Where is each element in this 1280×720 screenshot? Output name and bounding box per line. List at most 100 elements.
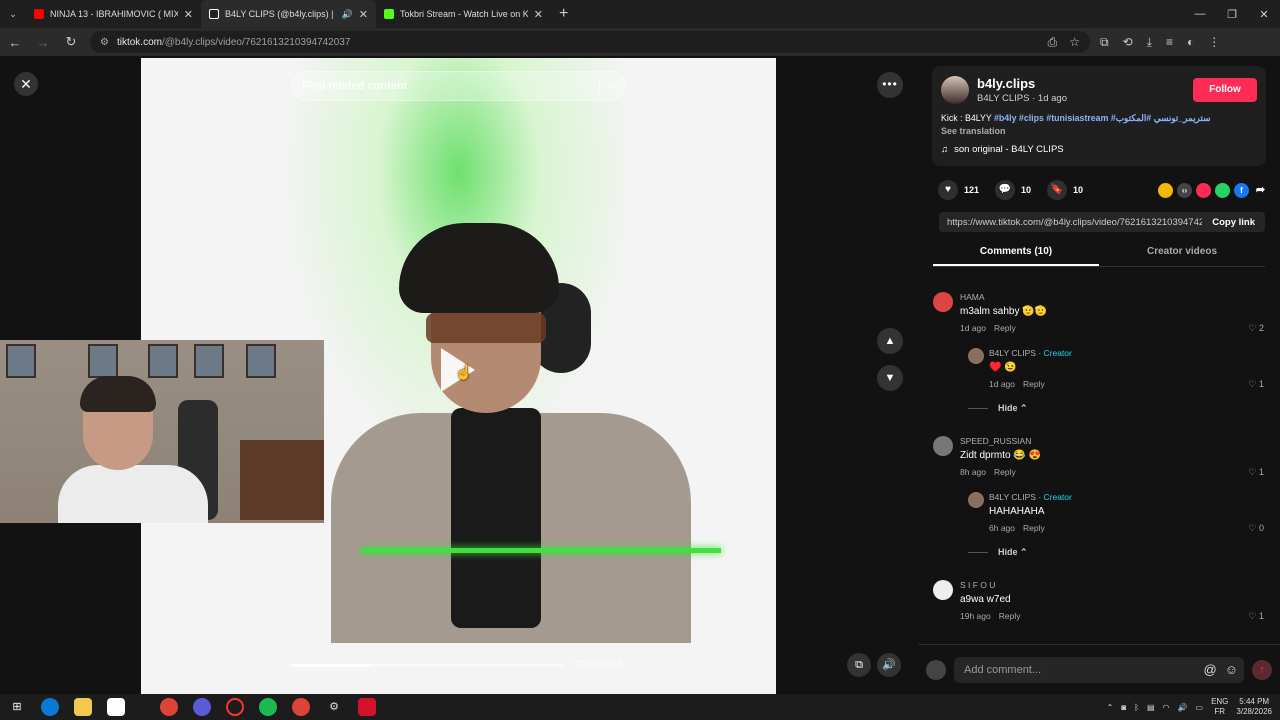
comment-text: a9wa w7ed [960, 594, 1011, 605]
minimize-icon[interactable]: — [1184, 8, 1216, 20]
video-time: 00:17/00:59 [575, 659, 623, 669]
whatsapp-icon[interactable] [1215, 182, 1230, 198]
chrome-profile-icon[interactable] [292, 698, 310, 716]
volume-icon[interactable]: 🔊 [877, 653, 901, 677]
close-icon[interactable]: ✕ [14, 72, 38, 96]
reply-button[interactable]: Reply [999, 611, 1021, 621]
volume-tray-icon[interactable]: 🔊 [1178, 703, 1188, 712]
network-icon[interactable]: ▤ [1147, 703, 1155, 712]
menu-icon[interactable]: ⋮ [1208, 35, 1220, 50]
search-input[interactable] [302, 80, 599, 92]
reload-icon[interactable]: ↻ [62, 34, 80, 50]
music-row[interactable]: ♫ son original - B4LY CLIPS [941, 144, 1257, 155]
hashtags[interactable]: #b4ly #clips #tunisiastream #ستريمر_تونس… [994, 113, 1210, 123]
previous-video-icon[interactable]: ▲ [877, 328, 903, 354]
bookmark-icon[interactable]: 🔖 [1047, 180, 1068, 200]
reply-button[interactable]: Reply [994, 323, 1016, 333]
emoji-icon[interactable]: ☺ [1225, 662, 1238, 677]
forward-icon[interactable]: → [34, 35, 52, 50]
battery-icon[interactable]: ▭ [1196, 703, 1204, 712]
avatar[interactable] [933, 292, 953, 312]
install-app-icon[interactable]: ⎙ [1048, 35, 1058, 50]
edge-icon[interactable] [41, 698, 59, 716]
wifi-icon[interactable]: ◠ [1163, 703, 1170, 712]
comment-like[interactable]: ♡ 1 [1248, 611, 1264, 622]
tab-creator-videos[interactable]: Creator videos [1099, 239, 1265, 266]
close-window-icon[interactable]: ✕ [1248, 8, 1280, 21]
send-icon[interactable] [1196, 182, 1211, 198]
comment-author[interactable]: B4LY CLIPS · Creator [989, 492, 1072, 502]
new-tab-button[interactable]: + [551, 5, 576, 23]
see-translation-link[interactable]: See translation [941, 126, 1257, 136]
mention-icon[interactable]: @ [1204, 662, 1217, 677]
tab-tiktok[interactable]: B4LY CLIPS (@b4ly.clips) | TikTok 🔊 ✕ [201, 0, 376, 28]
windows-start-icon[interactable]: ⊞ [8, 698, 26, 716]
avatar[interactable] [968, 492, 984, 508]
comment-author[interactable]: S I F O U [960, 580, 995, 590]
app-icon[interactable] [193, 698, 211, 716]
comment-like[interactable]: ♡ 0 [1248, 523, 1264, 534]
store-icon[interactable] [107, 698, 125, 716]
site-info-icon[interactable]: ⚙ [100, 37, 109, 48]
language-indicator[interactable]: ENG FR [1211, 697, 1228, 717]
reply-button[interactable]: Reply [1023, 523, 1045, 533]
next-video-icon[interactable]: ▼ [877, 365, 903, 391]
back-icon[interactable]: ← [6, 35, 24, 50]
comment-author[interactable]: HAMA [960, 292, 985, 302]
video-progress-bar[interactable] [291, 664, 563, 667]
comment-like[interactable]: ♡ 1 [1248, 379, 1264, 390]
bluetooth-icon[interactable]: ᛒ [1134, 703, 1139, 712]
close-tab-icon[interactable]: ✕ [534, 8, 543, 21]
avatar[interactable] [933, 436, 953, 456]
hide-replies-button[interactable]: Hide ⌃ [968, 403, 1028, 414]
downloads-icon[interactable]: ⤓ [1147, 35, 1152, 50]
tab-kick[interactable]: Tokbri Stream - Watch Live on Kick ✕ [376, 0, 551, 28]
reply-button[interactable]: Reply [1023, 379, 1045, 389]
repost-icon[interactable] [1158, 182, 1173, 198]
tab-list-menu-icon[interactable]: ⌄ [0, 9, 26, 20]
bookmark-star-icon[interactable]: ☆ [1069, 35, 1080, 50]
profile-avatar[interactable]: ◐ [1187, 35, 1194, 50]
restore-icon[interactable]: ❐ [1216, 8, 1248, 21]
avatar[interactable] [941, 76, 969, 104]
extensions-icon[interactable]: ⧉ [1100, 35, 1109, 50]
follow-button[interactable]: Follow [1193, 78, 1257, 102]
avatar[interactable] [968, 348, 984, 364]
post-comment-icon[interactable]: ↑ [1252, 659, 1272, 680]
facebook-icon[interactable]: f [1234, 182, 1249, 198]
valorant-icon[interactable] [226, 698, 244, 716]
comment-icon[interactable]: 💬 [995, 180, 1016, 200]
settings-icon[interactable]: ⚙ [325, 698, 343, 716]
acrobat-icon[interactable] [358, 698, 376, 716]
reading-list-icon[interactable]: ≡ [1166, 35, 1173, 50]
hide-replies-button[interactable]: Hide ⌃ [968, 547, 1028, 558]
more-options-icon[interactable]: ••• [877, 72, 903, 98]
comment-like[interactable]: ♡ 2 [1248, 323, 1264, 334]
url-bar[interactable]: ⚙ tiktok.com/@b4ly.clips/video/762161321… [90, 31, 1090, 53]
username[interactable]: b4ly.clips [977, 76, 1067, 91]
embed-icon[interactable]: ‹› [1177, 182, 1192, 198]
speaker-icon[interactable]: 🔊 [342, 9, 353, 20]
clock[interactable]: 5:44 PM 3/28/2026 [1236, 697, 1272, 717]
comment-like[interactable]: ♡ 1 [1248, 467, 1264, 478]
tab-comments[interactable]: Comments (10) [933, 239, 1099, 266]
chrome-icon[interactable] [160, 698, 178, 716]
heart-icon[interactable]: ♥ [938, 180, 958, 200]
search-icon[interactable]: ⌕ [608, 78, 615, 94]
comment-author[interactable]: B4LY CLIPS · Creator [989, 348, 1072, 358]
avatar[interactable] [933, 580, 953, 600]
copy-link-button[interactable]: Copy link [1202, 217, 1265, 228]
close-tab-icon[interactable]: ✕ [359, 8, 368, 21]
reply-button[interactable]: Reply [994, 467, 1016, 477]
close-tab-icon[interactable]: ✕ [184, 8, 193, 21]
history-icon[interactable]: ⟲ [1123, 35, 1133, 50]
file-explorer-icon[interactable] [74, 698, 92, 716]
floating-player-icon[interactable]: ⧉ [847, 653, 871, 677]
discord-tray-icon[interactable]: ◙ [1121, 703, 1126, 712]
share-arrow-icon[interactable]: ➦ [1253, 183, 1268, 198]
spotify-icon[interactable] [259, 698, 277, 716]
add-comment-input[interactable]: Add comment... @ ☺ [954, 656, 1244, 683]
tray-overflow-icon[interactable]: ⌃ [1107, 703, 1114, 712]
comment-author[interactable]: SPEED_RUSSIAN [960, 436, 1031, 446]
tab-ninja[interactable]: NINJA 13 - IBRAHIMOVIC ( MIX ✕ [26, 0, 201, 28]
